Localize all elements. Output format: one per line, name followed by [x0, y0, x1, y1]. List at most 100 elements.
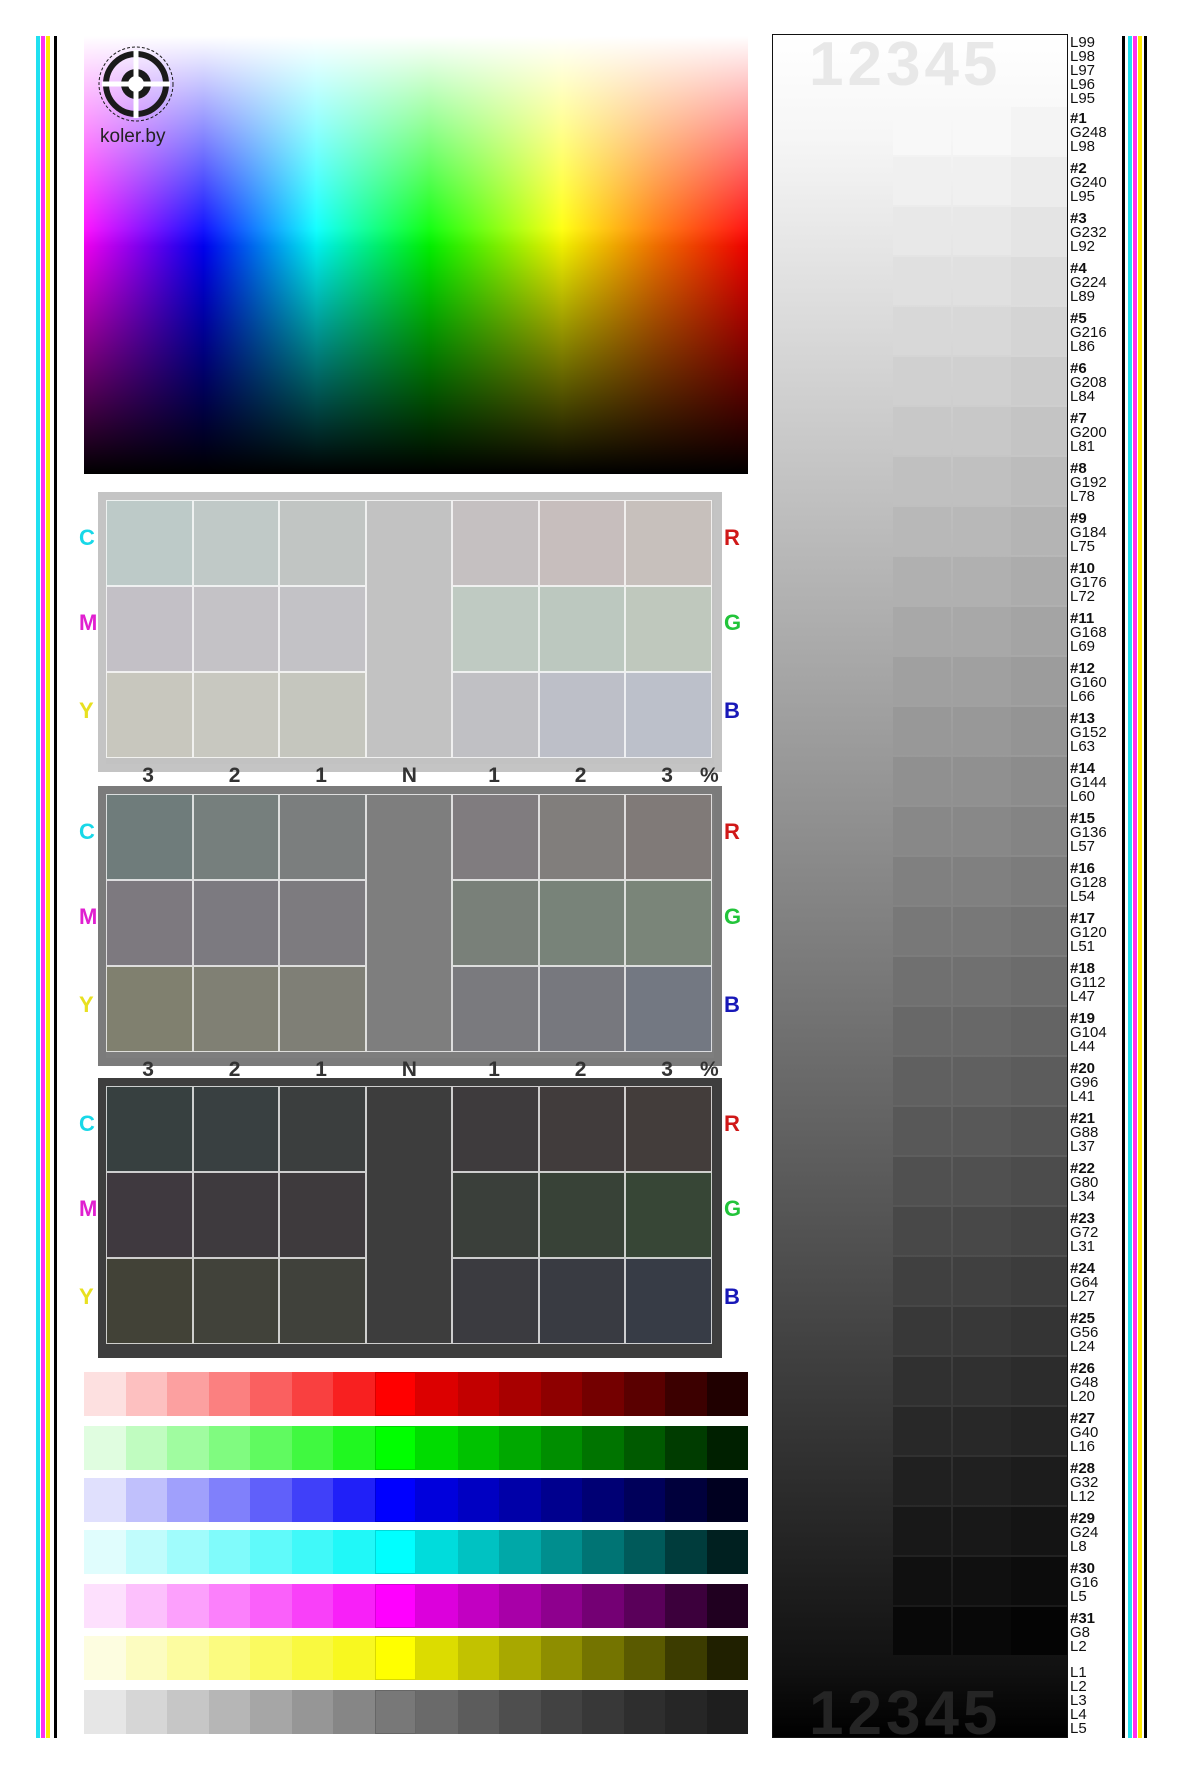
green-strip-patch [582, 1426, 624, 1470]
scale-label-light-1: 2 [228, 764, 241, 787]
ramp-patch-4-1 [893, 257, 951, 305]
ramp-top-labels: L99 L98 L97 L96 L95 [1070, 35, 1095, 106]
red-strip-patch [457, 1372, 499, 1416]
patch-medium-neutral [365, 794, 452, 1052]
magenta-strip-patch [208, 1584, 250, 1628]
ramp-patch-3-3 [1011, 207, 1067, 255]
ramp-patch-14-1 [893, 757, 951, 805]
label-m-dark: M [79, 1196, 98, 1221]
patch-light-r2-c5 [538, 672, 625, 758]
blue-strip-patch [291, 1478, 333, 1522]
patch-medium-r2-c1 [192, 966, 279, 1052]
ramp-patch-29-3 [1011, 1507, 1067, 1555]
blue-strip [84, 1478, 748, 1522]
scale-label-light-2: 1 [315, 764, 327, 787]
ramp-patch-23-1 [893, 1207, 951, 1255]
color-spectrum-gradient [84, 36, 748, 474]
magenta-strip-patch [291, 1584, 333, 1628]
gray-ramp: 12345 12345 [772, 34, 1068, 1738]
ramp-label-l: L54 [1070, 888, 1096, 905]
patch-light-neutral [365, 500, 452, 758]
ramp-label-l: L60 [1070, 788, 1096, 805]
green-strip-patch [499, 1426, 541, 1470]
label-c-dark: C [79, 1111, 95, 1136]
blue-strip-patch [457, 1478, 499, 1522]
ramp-patch-27-1 [893, 1407, 951, 1455]
cyan-strip-patch [499, 1530, 541, 1574]
ramp-patch-5-2 [953, 307, 1011, 355]
label-m-medium: M [79, 904, 98, 929]
ramp-label-6: #6 G208 L84 [1070, 361, 1107, 404]
ramp-patch-5-3 [1011, 307, 1067, 355]
green-strip-patch [457, 1426, 499, 1470]
gray-strip-patch [499, 1690, 541, 1734]
ramp-patch-11-1 [893, 607, 951, 655]
patch-dark-r0-c5 [538, 1086, 625, 1172]
ramp-label-3: #3 G232 L92 [1070, 211, 1107, 254]
scale-label-light-5: 2 [574, 764, 587, 787]
patch-medium-r0-c0 [106, 794, 193, 880]
yellow-strip-patch [374, 1636, 416, 1680]
magenta-strip-patch [167, 1584, 209, 1628]
ramp-patch-20-1 [893, 1057, 951, 1105]
ramp-patch-30-2 [953, 1557, 1011, 1605]
yellow-strip-patch [540, 1636, 582, 1680]
ramp-label-23: #23 G72 L31 [1070, 1211, 1098, 1254]
ramp-patch-15-3 [1011, 807, 1067, 855]
patch-light-r1-c5 [538, 586, 625, 672]
patch-dark-r2-c5 [538, 1258, 625, 1344]
label-g-medium: G [724, 904, 742, 929]
ramp-patch-3-2 [953, 207, 1011, 255]
yellow-strip-patch [665, 1636, 707, 1680]
ramp-label-16: #16 G128 L54 [1070, 861, 1107, 905]
ramp-patch-2-1 [893, 157, 951, 205]
ramp-label-l: L34 [1070, 1188, 1096, 1205]
cyan-strip-patch [416, 1530, 458, 1574]
ramp-patch-23-3 [1011, 1207, 1067, 1255]
left-magenta-stripe [41, 36, 45, 1738]
ramp-patch-1-2 [953, 107, 1011, 155]
panel-dark [98, 1078, 722, 1358]
ramp-patch-12-2 [953, 657, 1011, 705]
magenta-strip [84, 1584, 748, 1628]
patch-medium-r1-c2 [279, 880, 366, 966]
ramp-patch-1-3 [1011, 107, 1067, 155]
ramp-label-l: L98 [1070, 138, 1096, 155]
green-strip-patch [84, 1426, 126, 1470]
patch-light-r0-c1 [192, 500, 279, 586]
blue-strip-patch [416, 1478, 458, 1522]
scale-label-light-6: 3 [661, 764, 673, 787]
right-yellow-stripe [1138, 36, 1142, 1738]
yellow-strip-patch [706, 1636, 748, 1680]
green-strip-patch [167, 1426, 209, 1470]
yellow-strip-patch [416, 1636, 458, 1680]
ramp-patch-15-2 [953, 807, 1011, 855]
patch-dark-r1-c6 [625, 1172, 712, 1258]
ramp-patch-11-3 [1011, 607, 1067, 655]
blue-strip-patch [208, 1478, 250, 1522]
patch-medium-r1-c1 [192, 880, 279, 966]
label-r-medium: R [724, 819, 740, 844]
ramp-patch-7-1 [893, 407, 951, 455]
ramp-patch-13-3 [1011, 707, 1067, 755]
cyan-strip-patch [457, 1530, 499, 1574]
ramp-patch-19-3 [1011, 1007, 1067, 1055]
ramp-label-l: L95 [1070, 188, 1096, 205]
ramp-label-5: #5 G216 L86 [1070, 311, 1107, 354]
patch-medium-r1-c6 [625, 880, 712, 966]
patch-dark-r0-c2 [279, 1086, 366, 1172]
ramp-label-9: #9 G184 L75 [1070, 511, 1107, 554]
ramp-patch-22-1 [893, 1157, 951, 1205]
ramp-patch-18-3 [1011, 957, 1067, 1005]
ramp-patch-20-3 [1011, 1057, 1067, 1105]
ramp-patch-13-2 [953, 707, 1011, 755]
green-strip-patch [208, 1426, 250, 1470]
red-strip-patch [665, 1372, 707, 1416]
right-magenta-stripe [1133, 36, 1137, 1738]
gray-strip-patch [250, 1690, 292, 1734]
gray-strip-patch [623, 1690, 665, 1734]
panel-medium [98, 786, 722, 1066]
yellow-strip-patch [457, 1636, 499, 1680]
yellow-strip-patch [582, 1636, 624, 1680]
red-strip-patch [84, 1372, 126, 1416]
